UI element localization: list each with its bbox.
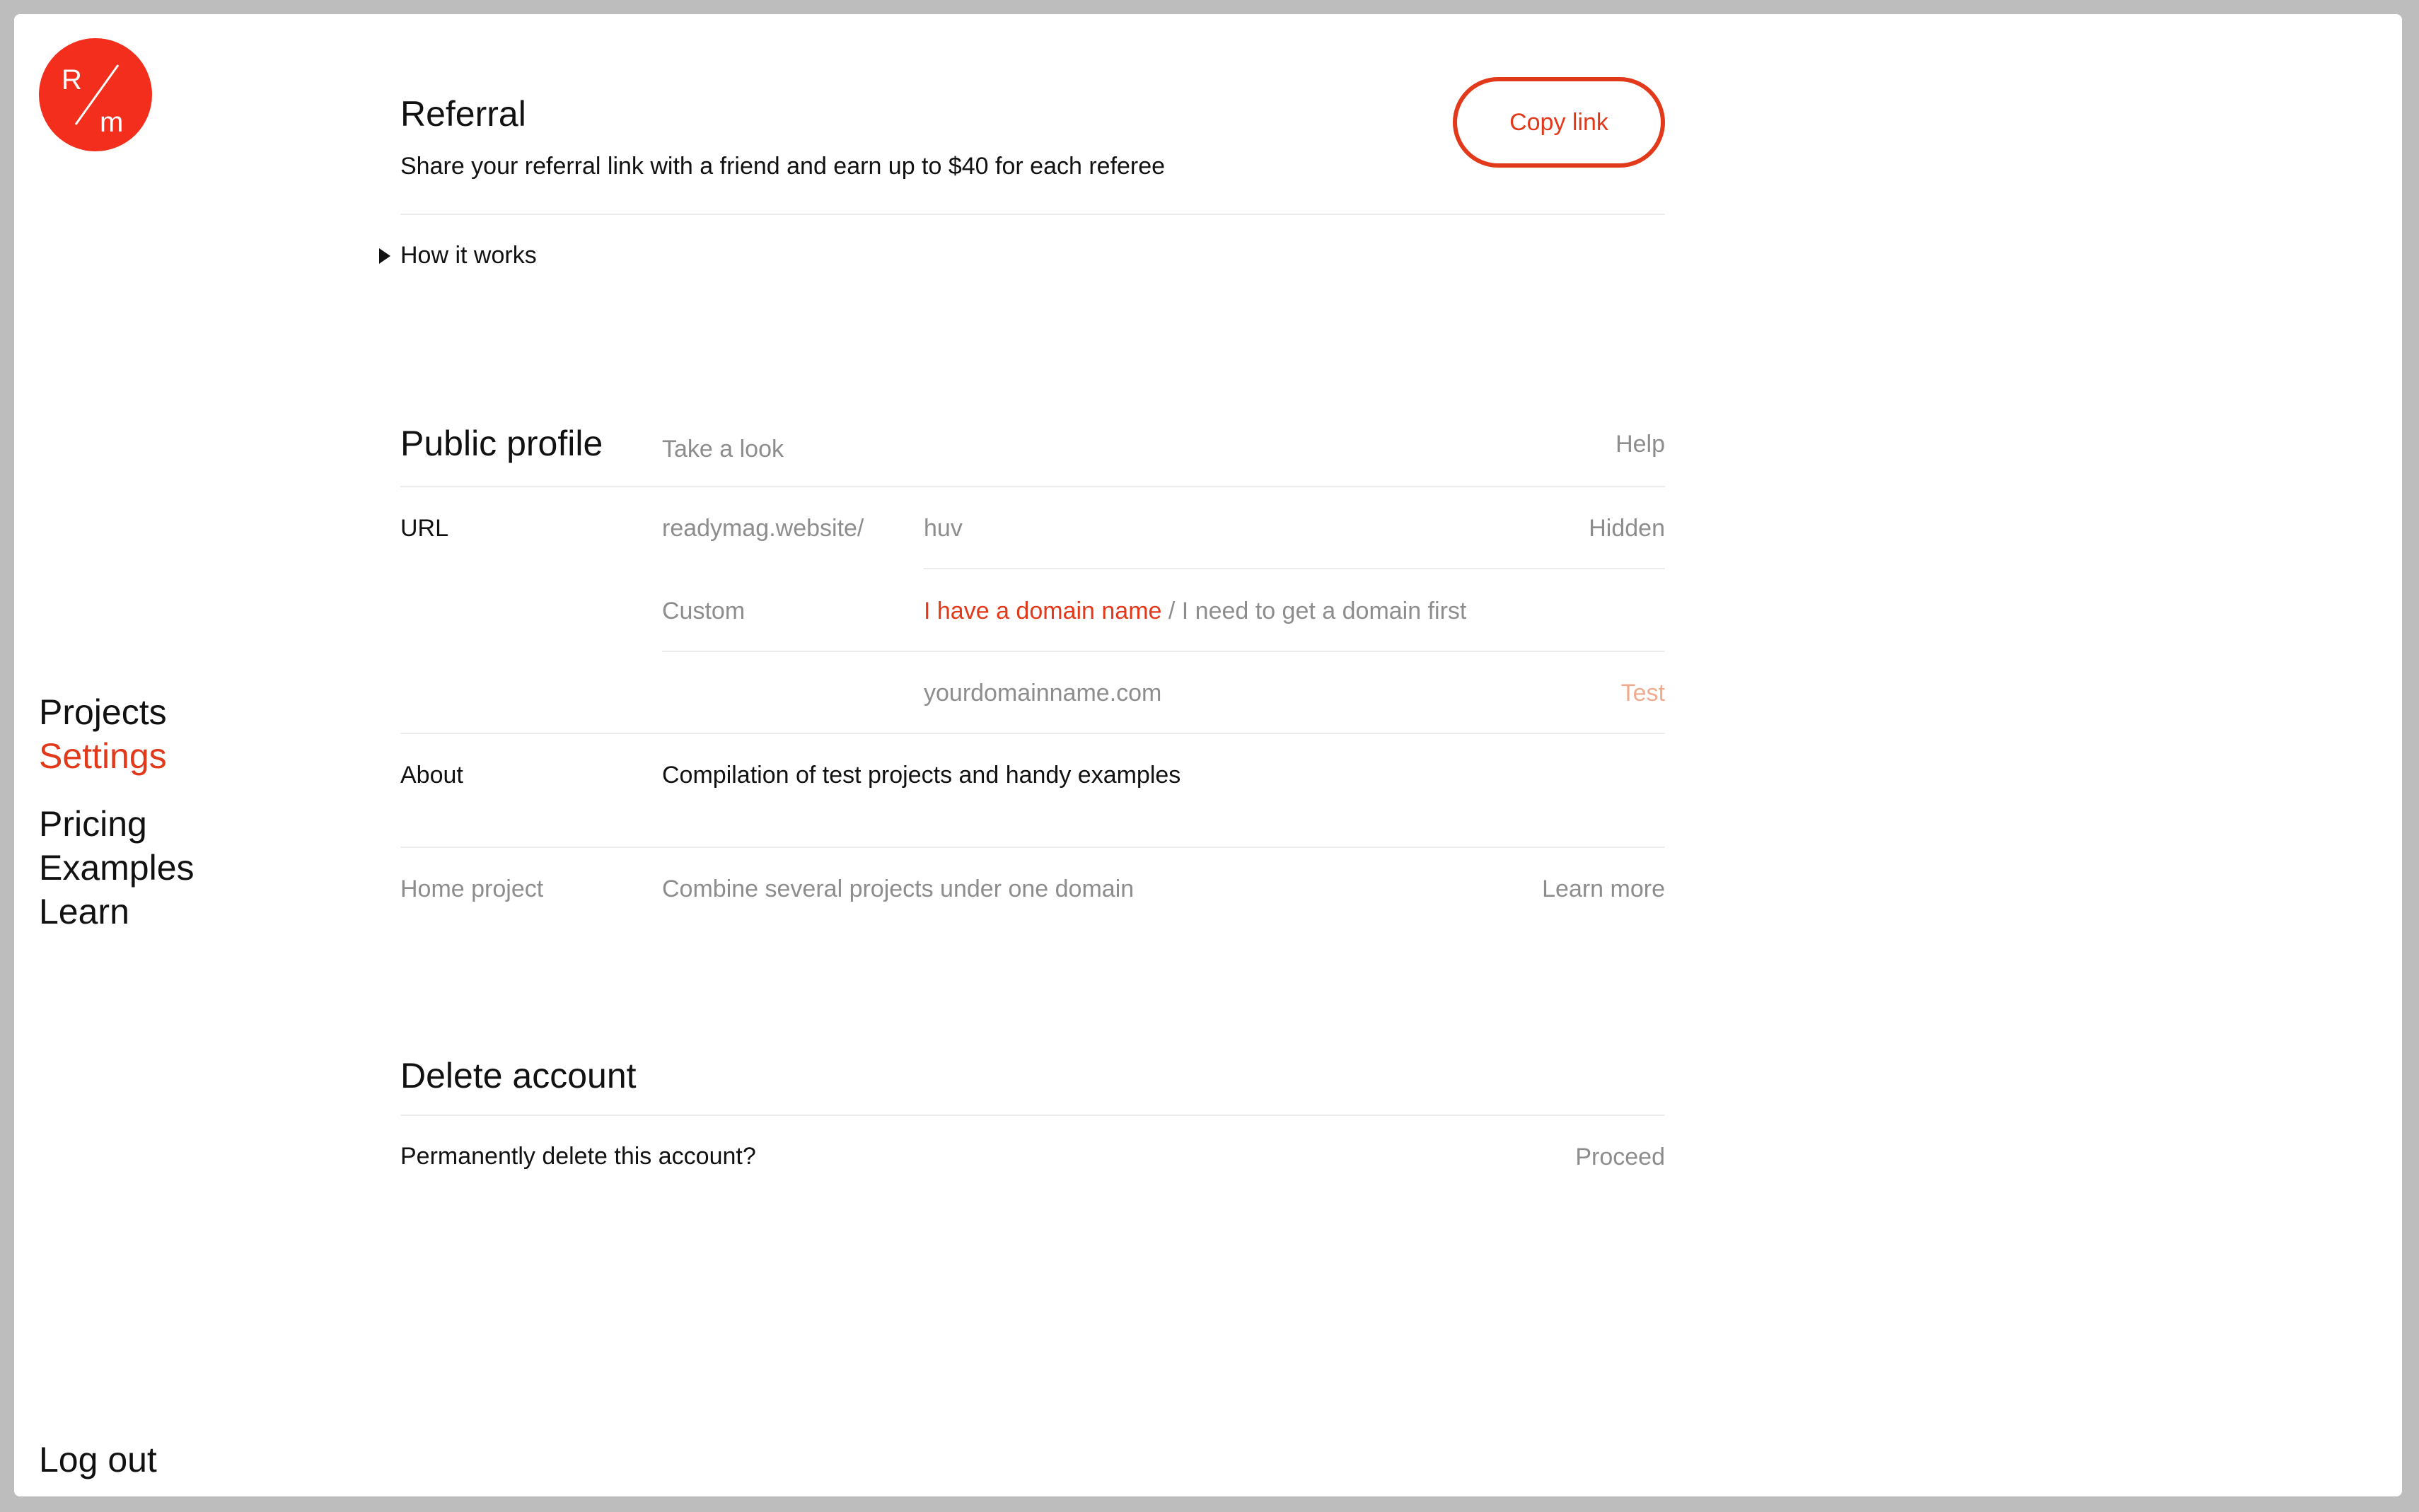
copy-link-button[interactable]: Copy link — [1453, 77, 1665, 168]
divider — [400, 1115, 1665, 1116]
nav-item-settings[interactable]: Settings — [39, 734, 195, 778]
url-label: URL — [400, 515, 449, 542]
logo-mark: R m — [62, 64, 123, 138]
referral-subtitle: Share your referral link with a friend a… — [400, 153, 1166, 180]
referral-title: Referral — [400, 94, 526, 134]
url-prefix: readymag.website/ — [662, 515, 864, 542]
url-slug-input[interactable]: huv — [924, 515, 963, 542]
disclosure-triangle-icon — [379, 248, 390, 264]
nav-item-examples[interactable]: Examples — [39, 846, 195, 890]
readymag-logo[interactable]: R m — [39, 38, 152, 151]
learn-more-link[interactable]: Learn more — [1542, 876, 1665, 903]
nav-item-pricing[interactable]: Pricing — [39, 802, 195, 846]
app-window: R m Projects Settings Pricing Examples L… — [14, 14, 2402, 1496]
have-domain-option[interactable]: I have a domain name — [924, 598, 1161, 624]
take-a-look-link[interactable]: Take a look — [662, 436, 784, 463]
option-separator: / — [1161, 598, 1182, 624]
home-project-label: Home project — [400, 876, 544, 902]
settings-content: Referral Share your referral link with a… — [379, 14, 1673, 1496]
url-visibility-toggle[interactable]: Hidden — [1589, 515, 1665, 542]
public-profile-title: Public profile — [400, 424, 603, 463]
get-domain-option[interactable]: I need to get a domain first — [1182, 598, 1467, 624]
logo-letter-r: R — [62, 64, 82, 95]
divider — [400, 486, 1665, 487]
about-input[interactable]: Compilation of test projects and handy e… — [662, 762, 1181, 789]
domain-input[interactable]: yourdomainname.com — [924, 680, 1161, 707]
divider — [400, 733, 1665, 734]
how-it-works-toggle[interactable]: How it works — [379, 242, 537, 269]
delete-account-question: Permanently delete this account? — [400, 1143, 756, 1170]
how-it-works-label: How it works — [400, 242, 537, 269]
logo-letter-m: m — [100, 107, 123, 138]
proceed-delete-button[interactable]: Proceed — [1575, 1144, 1665, 1171]
nav-item-learn[interactable]: Learn — [39, 890, 195, 934]
about-label: About — [400, 762, 463, 789]
divider — [400, 214, 1665, 215]
nav-item-projects[interactable]: Projects — [39, 690, 195, 734]
delete-account-title: Delete account — [400, 1056, 637, 1095]
sidebar-nav: Projects Settings Pricing Examples Learn — [39, 690, 195, 934]
divider — [662, 651, 1665, 652]
help-link[interactable]: Help — [1615, 431, 1665, 458]
test-domain-button[interactable]: Test — [1621, 680, 1665, 707]
divider — [924, 568, 1665, 569]
domain-option-group: I have a domain name / I need to get a d… — [924, 598, 1466, 625]
custom-domain-label: Custom — [662, 598, 746, 624]
logout-link[interactable]: Log out — [39, 1439, 157, 1480]
divider — [400, 847, 1665, 848]
home-project-description: Combine several projects under one domai… — [662, 876, 1135, 902]
